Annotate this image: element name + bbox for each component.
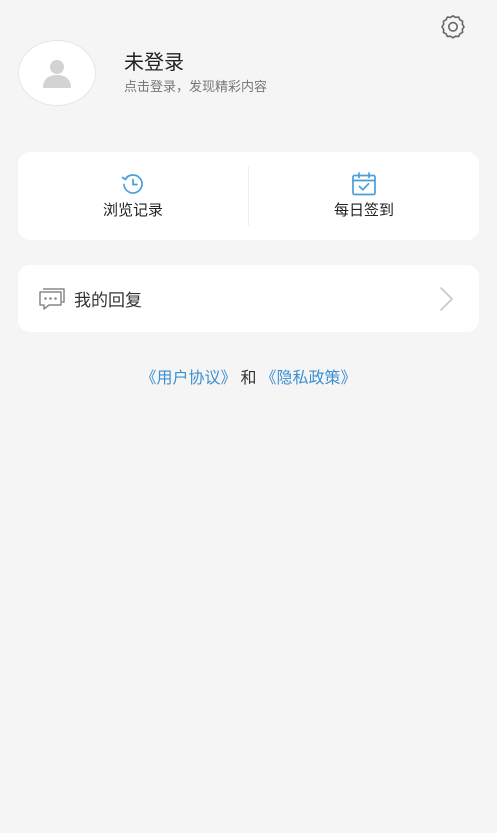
chat-bubble-icon (39, 287, 65, 310)
privacy-policy-link[interactable]: 《隐私政策》 (261, 368, 357, 387)
browse-history-label: 浏览记录 (102, 201, 163, 219)
history-clock-icon (121, 174, 143, 194)
settings-button[interactable] (440, 14, 466, 40)
my-replies-item[interactable]: 我的回复 (18, 265, 479, 332)
avatar[interactable] (18, 40, 96, 106)
browse-history-button[interactable]: 浏览记录 (18, 152, 248, 240)
my-replies-label: 我的回复 (74, 291, 142, 311)
quick-actions-card: 浏览记录 每日签到 (18, 152, 479, 240)
agreement-and-text: 和 (240, 368, 257, 387)
gear-icon (441, 15, 465, 39)
calendar-check-icon (352, 172, 376, 196)
daily-checkin-label: 每日签到 (333, 201, 394, 219)
login-hint: 点击登录，发现精彩内容 (124, 80, 268, 95)
profile-text: 未登录 点击登录，发现精彩内容 (124, 49, 267, 97)
user-agreement-link[interactable]: 《用户协议》 (140, 368, 236, 387)
chevron-right-icon (440, 286, 453, 311)
user-icon (43, 60, 71, 88)
agreement-links: 《用户协议》和《隐私政策》 (0, 366, 497, 390)
login-status[interactable]: 未登录 (124, 49, 267, 75)
profile-page: 未登录 点击登录，发现精彩内容 浏览记录 每日签到 我的回复 《用户协议》 和 … (0, 0, 497, 833)
daily-checkin-button[interactable]: 每日签到 (249, 152, 479, 240)
profile-header: 未登录 点击登录，发现精彩内容 (18, 40, 479, 106)
